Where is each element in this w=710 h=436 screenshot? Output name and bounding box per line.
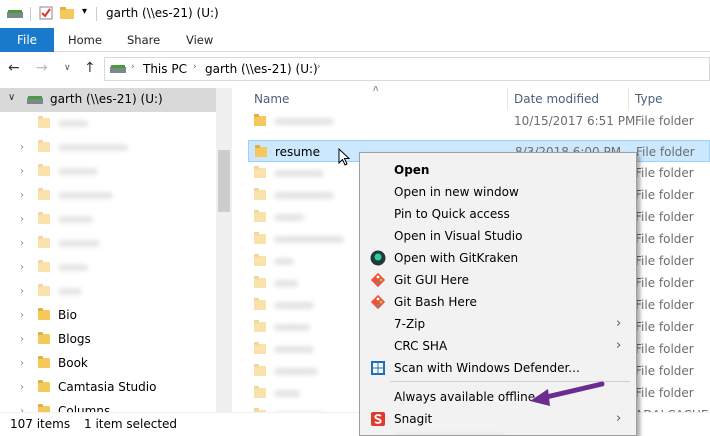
collapsed-chevron-icon[interactable]: ›	[20, 382, 24, 393]
column-header-type[interactable]: Type	[635, 92, 663, 106]
nav-item-columns[interactable]: › Columns	[0, 400, 216, 412]
menu-item-partial[interactable]	[360, 430, 636, 435]
nav-item-blurred[interactable]: ›	[0, 208, 216, 232]
nav-item-label: Camtasia Studio	[58, 380, 157, 394]
submenu-arrow-icon: ›	[616, 411, 622, 426]
tab-home[interactable]: Home	[68, 28, 102, 52]
expanded-chevron-icon[interactable]: ∨	[8, 92, 15, 103]
nav-item-blurred[interactable]: ›	[0, 280, 216, 304]
menu-item-pin-quick-access[interactable]: Pin to Quick access	[360, 203, 636, 225]
back-icon[interactable]: ←	[8, 60, 20, 76]
annotation-arrow-icon	[530, 381, 605, 406]
nav-item-blurred[interactable]	[0, 112, 216, 136]
navigation-pane: ∨ garth (\\es-21) (U:) › › › › › › › › Bi…	[0, 86, 232, 412]
collapsed-chevron-icon[interactable]: ›	[20, 358, 24, 369]
ribbon: File Home Share View	[0, 28, 710, 52]
nav-item-root[interactable]: ∨ garth (\\es-21) (U:)	[0, 88, 216, 112]
window-title: garth (\\es-21) (U:)	[106, 6, 219, 20]
row-type: File folder	[635, 114, 694, 128]
nav-item-label: Blogs	[58, 332, 91, 346]
menu-item-snagit[interactable]: Snagit ›	[360, 408, 636, 430]
qat-customize-icon[interactable]: ▾	[82, 6, 87, 17]
nav-item-blurred[interactable]: ›	[0, 184, 216, 208]
breadcrumb-drive[interactable]: garth (\\es-21) (U:)	[205, 62, 318, 76]
nav-item-blurred[interactable]: ›	[0, 232, 216, 256]
row-type: File folder	[636, 145, 695, 159]
nav-item-camtasia-studio[interactable]: › Camtasia Studio	[0, 376, 216, 400]
folder-icon	[254, 114, 266, 126]
folder-icon	[38, 308, 50, 320]
row-date: 10/15/2017 6:51 PM	[514, 114, 636, 128]
tab-file[interactable]: File	[0, 28, 54, 52]
address-area: ← → ∨ ↑ › This PC › garth (\\es-21) (U:)…	[0, 52, 710, 86]
new-folder-icon[interactable]	[60, 7, 74, 19]
menu-item-git-gui[interactable]: Git GUI Here	[360, 269, 636, 291]
menu-item-git-bash[interactable]: Git Bash Here	[360, 291, 636, 313]
submenu-arrow-icon: ›	[616, 316, 622, 331]
row-name: resume	[275, 145, 320, 159]
gitkraken-icon	[370, 250, 386, 266]
drive-icon	[110, 65, 126, 73]
nav-item-bio[interactable]: › Bio	[0, 304, 216, 328]
menu-item-open-visual-studio[interactable]: Open in Visual Studio	[360, 225, 636, 247]
menu-item-scan-defender[interactable]: Scan with Windows Defender...	[360, 357, 636, 379]
nav-item-blurred[interactable]: ›	[0, 160, 216, 184]
selected-count: 1 item selected	[84, 417, 178, 431]
item-count: 107 items	[10, 417, 71, 431]
forward-icon[interactable]: →	[36, 60, 48, 76]
menu-item-open-new-window[interactable]: Open in new window	[360, 181, 636, 203]
submenu-arrow-icon: ›	[616, 338, 622, 353]
snagit-icon	[371, 412, 385, 426]
table-row[interactable]: 10/15/2017 6:51 PM File folder	[248, 110, 710, 132]
column-header-name[interactable]: Name	[254, 92, 289, 106]
properties-icon[interactable]	[38, 5, 54, 21]
git-icon	[370, 272, 386, 288]
defender-icon	[371, 361, 385, 375]
menu-item-open[interactable]: Open	[360, 159, 636, 181]
menu-item-crc-sha[interactable]: CRC SHA ›	[360, 335, 636, 357]
git-icon	[370, 294, 386, 310]
nav-root-label: garth (\\es-21) (U:)	[50, 92, 163, 106]
breadcrumb-chevron-icon[interactable]: ›	[193, 62, 197, 72]
drive-icon	[7, 10, 23, 18]
nav-scrollbar-thumb[interactable]	[218, 150, 230, 212]
nav-scrollbar[interactable]	[216, 88, 232, 412]
breadcrumb-chevron-icon[interactable]: ›	[131, 62, 135, 72]
mouse-cursor-icon	[338, 148, 351, 166]
sort-ascending-icon: ∧	[372, 86, 380, 94]
tab-share[interactable]: Share	[127, 28, 160, 52]
up-icon[interactable]: ↑	[84, 60, 96, 76]
nav-item-label: Columns	[58, 404, 111, 412]
folder-icon	[255, 145, 267, 157]
drive-icon	[27, 96, 43, 104]
menu-item-7zip[interactable]: 7-Zip ›	[360, 313, 636, 335]
collapsed-chevron-icon[interactable]: ›	[20, 334, 24, 345]
nav-item-blurred[interactable]: ›	[0, 256, 216, 280]
menu-item-open-gitkraken[interactable]: Open with GitKraken	[360, 247, 636, 269]
tab-view[interactable]: View	[186, 28, 213, 52]
folder-icon	[38, 332, 50, 344]
nav-item-blurred[interactable]: ›	[0, 136, 216, 160]
breadcrumb-chevron-icon[interactable]: ›	[317, 62, 321, 72]
nav-item-label: Bio	[58, 308, 77, 322]
nav-item-blogs[interactable]: › Blogs	[0, 328, 216, 352]
folder-icon	[38, 356, 50, 368]
nav-item-label: Book	[58, 356, 88, 370]
title-bar: ▾ garth (\\es-21) (U:)	[0, 0, 710, 28]
recent-locations-icon[interactable]: ∨	[64, 63, 71, 73]
breadcrumb-this-pc[interactable]: This PC	[143, 62, 187, 76]
collapsed-chevron-icon[interactable]: ›	[20, 310, 24, 321]
nav-item-book[interactable]: › Book	[0, 352, 216, 376]
column-header-date[interactable]: Date modified	[514, 92, 599, 106]
address-bar[interactable]: › This PC › garth (\\es-21) (U:) ›	[104, 57, 710, 81]
folder-icon	[38, 380, 50, 392]
